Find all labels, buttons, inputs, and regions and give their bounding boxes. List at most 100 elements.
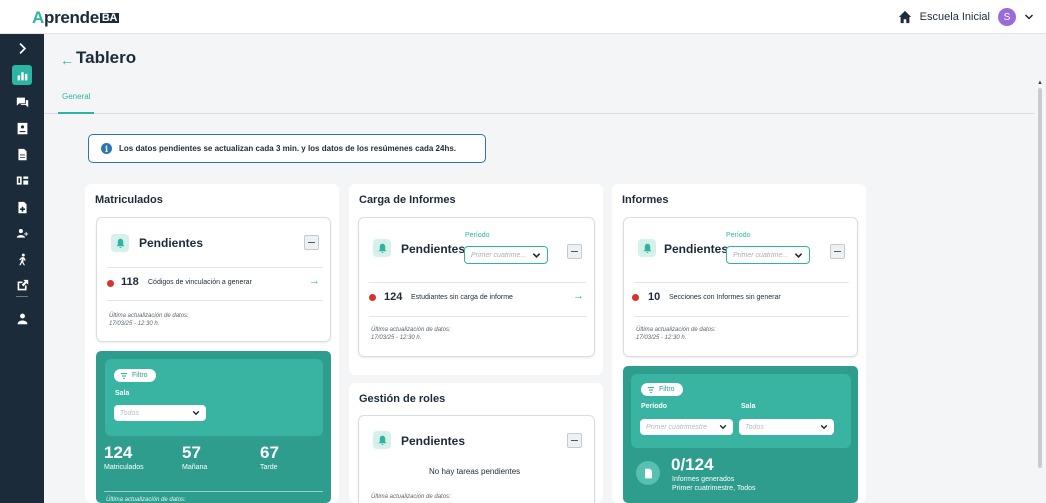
empty-state: No hay tareas pendientes <box>429 467 521 476</box>
messages-icon[interactable] <box>12 92 32 112</box>
update-date: 17/03/25 - 12:30 h. <box>109 321 160 327</box>
matriculados-card: Matriculados Pendientes 118 Códigos de v… <box>85 184 339 503</box>
avatar[interactable]: S <box>998 8 1016 26</box>
alert-dot <box>632 294 639 301</box>
stat-manana-value: 57 <box>182 443 201 462</box>
divider <box>634 316 849 317</box>
divider <box>107 300 322 301</box>
external-link-icon[interactable] <box>12 275 32 295</box>
filter-button[interactable]: Filtro <box>641 383 683 396</box>
carga-pendientes-card: Pendientes Período Primer cuatrime... 12… <box>358 217 595 357</box>
stat-tarde-value: 67 <box>260 443 279 462</box>
chevron-down-icon <box>192 410 200 416</box>
pending-label: Secciones con Informes sin generar <box>669 294 781 301</box>
chevron-down-icon <box>794 253 803 258</box>
bell-icon <box>111 234 129 252</box>
tab-bar: General <box>44 92 1034 114</box>
filter-icon <box>120 372 128 379</box>
matriculados-pendientes-card: Pendientes 118 Códigos de vinculación a … <box>96 217 331 342</box>
back-arrow-icon[interactable]: ← <box>60 52 74 68</box>
top-bar: Aprende BA Escuela Inicial S <box>0 0 1046 34</box>
arrow-right-icon[interactable]: → <box>573 290 584 302</box>
activity-icon[interactable] <box>12 249 32 269</box>
chevron-down-icon[interactable] <box>1024 12 1034 22</box>
informes-title: Informes <box>622 194 669 206</box>
periodo-select[interactable]: Primer cuatrime... <box>726 246 810 264</box>
arrow-right-icon[interactable]: → <box>309 275 320 287</box>
update-date: 17/03/25 - 12:30 h. <box>636 335 687 341</box>
stat-matriculados-value: 124 <box>104 443 133 462</box>
generated-label: Informes generados <box>672 476 735 483</box>
bell-icon <box>373 239 391 257</box>
home-icon[interactable] <box>898 10 912 24</box>
carga-title: Carga de Informes <box>359 194 456 206</box>
collapse-button[interactable] <box>567 433 582 448</box>
pendientes-title: Pendientes <box>664 242 729 256</box>
collapse-button[interactable] <box>304 235 319 250</box>
periodo-select[interactable]: Primer cuatrimestre <box>640 419 733 435</box>
info-banner: i Los datos pendientes se actualizan cad… <box>88 134 486 163</box>
periodo-label: Período <box>726 232 751 239</box>
update-label: Última actualización de datos: <box>636 327 716 333</box>
informes-card: Informes Pendientes Período Primer cuatr… <box>612 184 866 503</box>
school-name[interactable]: Escuela Inicial <box>920 11 990 23</box>
informes-summary-panel: Filtro Período Sala Primer cuatrimestre … <box>623 366 858 503</box>
app-logo[interactable]: Aprende BA <box>32 8 120 28</box>
update-label: Última actualización de datos: <box>109 313 189 319</box>
update-label: Última actualización de datos: <box>371 494 451 500</box>
informes-fraction: 0/124 <box>671 455 714 474</box>
sala-label: Sala <box>741 403 756 410</box>
divider <box>634 282 849 283</box>
pendientes-title: Pendientes <box>401 434 466 448</box>
sala-select[interactable]: Todos <box>739 419 834 435</box>
filter-panel: Filtro Período Sala Primer cuatrimestre … <box>631 374 851 448</box>
tab-general[interactable]: General <box>62 92 90 114</box>
filter-button[interactable]: Filtro <box>114 369 156 382</box>
student-card-icon[interactable] <box>12 118 32 138</box>
periodo-label: Período <box>641 403 668 410</box>
update-label: Última actualización de datos: <box>106 497 186 503</box>
informes-pendientes-card: Pendientes Período Primer cuatrime... 10… <box>623 217 858 357</box>
filter-panel: Filtro Sala Todos <box>105 359 323 436</box>
scroll-up-icon[interactable]: ▲ <box>1037 80 1043 86</box>
filter-icon <box>647 386 655 393</box>
chevron-down-icon <box>820 424 828 430</box>
dashboard-icon[interactable] <box>12 65 32 85</box>
chevron-down-icon <box>719 424 727 430</box>
alert-dot <box>107 280 114 287</box>
user-area: Escuela Inicial S <box>898 8 1034 26</box>
pending-label: Códigos de vinculación a generar <box>148 279 252 286</box>
chevron-down-icon <box>532 253 541 258</box>
page-title: Tablero <box>76 48 137 67</box>
scrollbar[interactable] <box>1038 88 1042 468</box>
pending-count: 118 <box>121 276 139 288</box>
collapse-button[interactable] <box>830 244 845 259</box>
document-icon <box>636 461 660 485</box>
periodo-select[interactable]: Primer cuatrime... <box>464 246 548 264</box>
file-add-icon[interactable] <box>12 197 32 217</box>
pending-count: 124 <box>384 291 403 303</box>
bell-icon <box>373 431 391 449</box>
stat-matriculados-label: Matriculados <box>104 464 144 471</box>
calendar-check-icon[interactable] <box>12 170 32 190</box>
add-users-icon[interactable] <box>12 223 32 243</box>
collapse-button[interactable] <box>567 244 582 259</box>
matriculados-summary-panel: Filtro Sala Todos 124 Matriculados 57 Ma… <box>96 351 331 503</box>
update-label: Última actualización de datos: <box>371 327 451 333</box>
update-date: 17/03/25 - 12:30 h. <box>371 335 422 341</box>
document-icon[interactable] <box>12 144 32 164</box>
pending-label: Estudiantes sin carga de informe <box>411 294 513 301</box>
expand-sidebar-icon[interactable] <box>12 38 32 58</box>
divider <box>369 316 586 317</box>
divider <box>369 282 586 283</box>
profile-icon[interactable] <box>12 308 32 328</box>
sala-select[interactable]: Todos <box>114 405 206 421</box>
banner-text: Los datos pendientes se actualizan cada … <box>119 144 457 153</box>
periodo-label: Período <box>465 232 490 239</box>
sidebar <box>0 34 44 503</box>
bell-icon <box>638 239 656 257</box>
generated-detail: Primer cuatrimestre, Todos <box>672 485 756 492</box>
pendientes-title: Pendientes <box>139 236 204 250</box>
stat-tarde-label: Tarde <box>260 464 278 471</box>
roles-pendientes-card: Pendientes No hay tareas pendientes Últi… <box>358 415 595 503</box>
